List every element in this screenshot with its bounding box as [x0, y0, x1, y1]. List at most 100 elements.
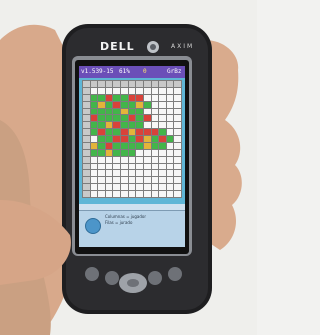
- grid-cell[interactable]: [174, 101, 181, 108]
- grid-cell[interactable]: [174, 142, 181, 149]
- grid-cell[interactable]: [113, 156, 121, 163]
- grid-cell[interactable]: [113, 136, 121, 142]
- grid-cell[interactable]: [113, 163, 121, 170]
- grid-cell[interactable]: [105, 136, 113, 142]
- grid-cell[interactable]: [121, 115, 128, 122]
- grid-cell[interactable]: [143, 149, 151, 156]
- grid-cell[interactable]: [128, 108, 136, 115]
- grid-cell[interactable]: [143, 122, 151, 129]
- grid-cell[interactable]: [174, 122, 181, 129]
- grid-cell[interactable]: [151, 136, 159, 142]
- grid-cell[interactable]: [98, 94, 105, 101]
- grid-cell[interactable]: [90, 136, 98, 142]
- grid-cell[interactable]: [113, 122, 121, 129]
- grid-cell[interactable]: [83, 81, 90, 87]
- grid-cell[interactable]: [105, 129, 113, 136]
- grid-cell[interactable]: [151, 170, 159, 177]
- grid-cell[interactable]: [136, 163, 143, 170]
- grid-cell[interactable]: [166, 108, 174, 115]
- grid-cell[interactable]: [166, 184, 174, 191]
- grid-cell[interactable]: [98, 136, 105, 142]
- grid-cell[interactable]: [159, 136, 166, 142]
- grid-cell[interactable]: [128, 191, 136, 197]
- grid-cell[interactable]: [128, 149, 136, 156]
- grid-cell[interactable]: [159, 129, 166, 136]
- grid-cell[interactable]: [83, 101, 90, 108]
- grid-cell[interactable]: [166, 101, 174, 108]
- grid-cell[interactable]: [151, 156, 159, 163]
- grid-cell[interactable]: [136, 149, 143, 156]
- grid-cell[interactable]: [166, 129, 174, 136]
- grid-cell[interactable]: [159, 170, 166, 177]
- grid-cell[interactable]: [136, 142, 143, 149]
- grid-cell[interactable]: [90, 177, 98, 184]
- grid-cell[interactable]: [174, 136, 181, 142]
- grid-cell[interactable]: [136, 170, 143, 177]
- grid-cell[interactable]: [136, 122, 143, 129]
- grid-cell[interactable]: [166, 149, 174, 156]
- grid-cell[interactable]: [128, 122, 136, 129]
- grid-cell[interactable]: [83, 122, 90, 129]
- grid-cell[interactable]: [166, 156, 174, 163]
- grid-cell[interactable]: [90, 87, 98, 94]
- grid-cell[interactable]: [121, 184, 128, 191]
- grid-cell[interactable]: [143, 170, 151, 177]
- grid-cell[interactable]: [98, 177, 105, 184]
- grid-cell[interactable]: [166, 142, 174, 149]
- grid-cell[interactable]: [98, 129, 105, 136]
- grid-cell[interactable]: [83, 163, 90, 170]
- grid-cell[interactable]: [143, 142, 151, 149]
- grid-cell[interactable]: [174, 87, 181, 94]
- grid-cell[interactable]: [151, 115, 159, 122]
- grid-cell[interactable]: [151, 191, 159, 197]
- grid-cell[interactable]: [83, 149, 90, 156]
- grid-cell[interactable]: [174, 94, 181, 101]
- grid-cell[interactable]: [143, 163, 151, 170]
- grid-cell[interactable]: [98, 191, 105, 197]
- grid-cell[interactable]: [128, 156, 136, 163]
- grid-cell[interactable]: [136, 101, 143, 108]
- grid-cell[interactable]: [143, 191, 151, 197]
- grid-cell[interactable]: [159, 122, 166, 129]
- grid-cell[interactable]: [90, 122, 98, 129]
- grid-cell[interactable]: [174, 149, 181, 156]
- grid-cell[interactable]: [98, 149, 105, 156]
- grid-cell[interactable]: [159, 142, 166, 149]
- grid-cell[interactable]: [166, 87, 174, 94]
- grid-cell[interactable]: [128, 115, 136, 122]
- grid-cell[interactable]: [151, 142, 159, 149]
- grid-cell[interactable]: [113, 81, 121, 87]
- grid-cell[interactable]: [121, 108, 128, 115]
- grid-cell[interactable]: [151, 129, 159, 136]
- grid-cell[interactable]: [113, 129, 121, 136]
- app-icon[interactable]: [85, 218, 101, 234]
- grid-cell[interactable]: [151, 122, 159, 129]
- grid-cell[interactable]: [90, 94, 98, 101]
- grid-cell[interactable]: [105, 101, 113, 108]
- grid-cell[interactable]: [136, 129, 143, 136]
- grid-cell[interactable]: [113, 94, 121, 101]
- grid-cell[interactable]: [121, 177, 128, 184]
- grid-cell[interactable]: [83, 129, 90, 136]
- grid-cell[interactable]: [98, 142, 105, 149]
- grid-cell[interactable]: [121, 163, 128, 170]
- grid-cell[interactable]: [113, 170, 121, 177]
- grid-cell[interactable]: [151, 149, 159, 156]
- grid-cell[interactable]: [166, 136, 174, 142]
- grid-cell[interactable]: [174, 108, 181, 115]
- grid-cell[interactable]: [105, 122, 113, 129]
- grid-cell[interactable]: [143, 81, 151, 87]
- grid-cell[interactable]: [136, 81, 143, 87]
- grid-cell[interactable]: [98, 87, 105, 94]
- bottom-scrollbar[interactable]: [79, 204, 185, 211]
- grid-cell[interactable]: [83, 94, 90, 101]
- grid-cell[interactable]: [105, 142, 113, 149]
- grid-cell[interactable]: [166, 191, 174, 197]
- grid-cell[interactable]: [128, 136, 136, 142]
- grid-cell[interactable]: [159, 108, 166, 115]
- grid-cell[interactable]: [143, 156, 151, 163]
- grid-cell[interactable]: [159, 184, 166, 191]
- grid-cell[interactable]: [166, 94, 174, 101]
- grid-cell[interactable]: [136, 108, 143, 115]
- grid-cell[interactable]: [121, 136, 128, 142]
